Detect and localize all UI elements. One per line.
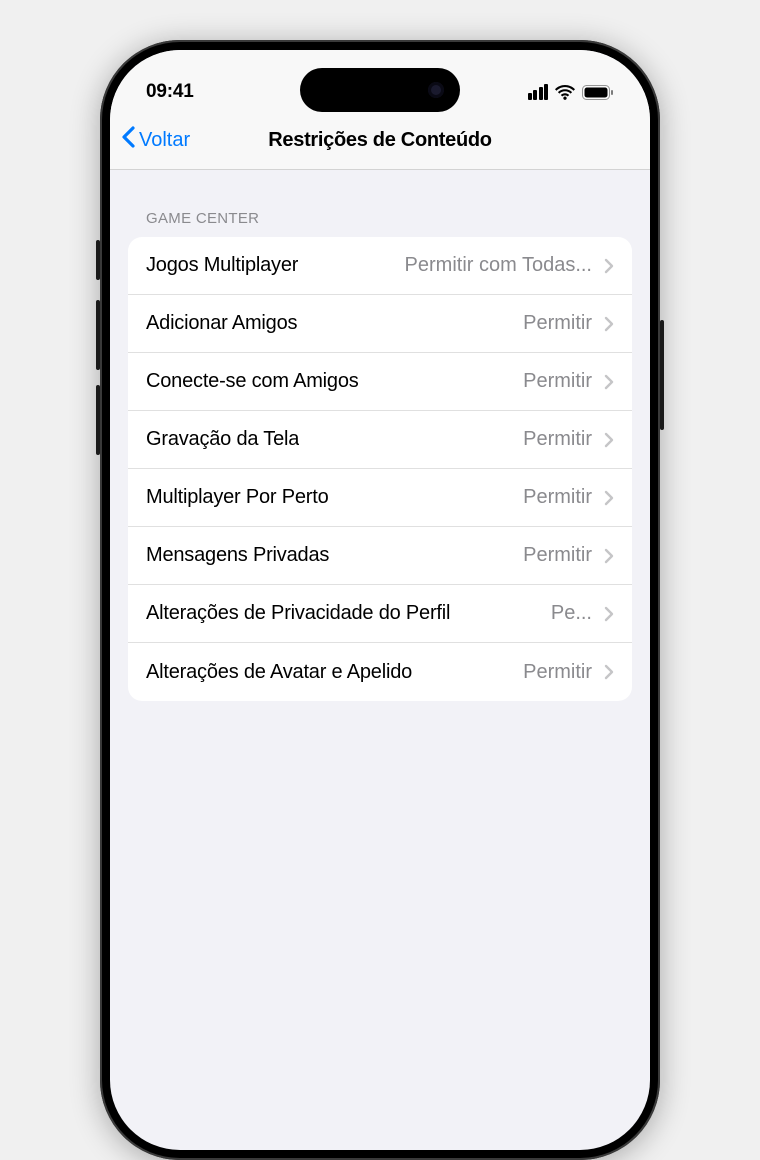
mute-switch [96, 240, 100, 280]
chevron-right-icon [604, 490, 614, 506]
row-nearby-multiplayer[interactable]: Multiplayer Por Perto Permitir [128, 469, 632, 527]
chevron-right-icon [604, 548, 614, 564]
row-profile-privacy[interactable]: Alterações de Privacidade do Perfil Pe..… [128, 585, 632, 643]
row-label: Gravação da Tela [146, 428, 299, 451]
power-button [660, 320, 664, 430]
section-header: GAME CENTER [128, 170, 632, 237]
chevron-right-icon [604, 664, 614, 680]
row-screen-recording[interactable]: Gravação da Tela Permitir [128, 411, 632, 469]
row-value: Permitir [339, 486, 592, 509]
status-indicators [526, 84, 614, 100]
back-button[interactable]: Voltar [120, 127, 190, 154]
dynamic-island [300, 68, 460, 112]
status-time: 09:41 [146, 81, 194, 103]
row-value: Permitir com Todas... [308, 254, 592, 277]
row-private-messages[interactable]: Mensagens Privadas Permitir [128, 527, 632, 585]
row-label: Multiplayer Por Perto [146, 486, 329, 509]
row-avatar-nickname[interactable]: Alterações de Avatar e Apelido Permitir [128, 643, 632, 701]
row-value: Permitir [369, 370, 592, 393]
volume-down-button [96, 385, 100, 455]
row-label: Conecte-se com Amigos [146, 370, 359, 393]
volume-up-button [96, 300, 100, 370]
row-value: Pe... [460, 602, 592, 625]
settings-list: Jogos Multiplayer Permitir com Todas... … [128, 237, 632, 701]
row-label: Adicionar Amigos [146, 312, 297, 335]
phone-screen: 09:41 [110, 50, 650, 1150]
chevron-left-icon [120, 124, 135, 154]
chevron-right-icon [604, 258, 614, 274]
settings-content: GAME CENTER Jogos Multiplayer Permitir c… [110, 170, 650, 701]
row-value: Permitir [422, 661, 592, 684]
chevron-right-icon [604, 374, 614, 390]
row-label: Mensagens Privadas [146, 544, 329, 567]
cellular-signal-icon [526, 84, 548, 100]
battery-icon [582, 85, 614, 100]
back-label: Voltar [139, 129, 190, 152]
row-add-friends[interactable]: Adicionar Amigos Permitir [128, 295, 632, 353]
row-value: Permitir [309, 428, 592, 451]
front-camera-icon [428, 82, 444, 98]
row-label: Alterações de Privacidade do Perfil [146, 602, 450, 625]
phone-frame: 09:41 [100, 40, 660, 1160]
row-multiplayer-games[interactable]: Jogos Multiplayer Permitir com Todas... [128, 237, 632, 295]
row-label: Alterações de Avatar e Apelido [146, 661, 412, 684]
navigation-bar: Voltar Restrições de Conteúdo [110, 112, 650, 170]
chevron-right-icon [604, 432, 614, 448]
row-value: Permitir [307, 312, 592, 335]
row-connect-friends[interactable]: Conecte-se com Amigos Permitir [128, 353, 632, 411]
chevron-right-icon [604, 606, 614, 622]
wifi-icon [555, 85, 575, 100]
page-title: Restrições de Conteúdo [268, 129, 491, 152]
chevron-right-icon [604, 316, 614, 332]
row-label: Jogos Multiplayer [146, 254, 298, 277]
page-background: 09:41 [0, 0, 760, 860]
row-value: Permitir [339, 544, 592, 567]
